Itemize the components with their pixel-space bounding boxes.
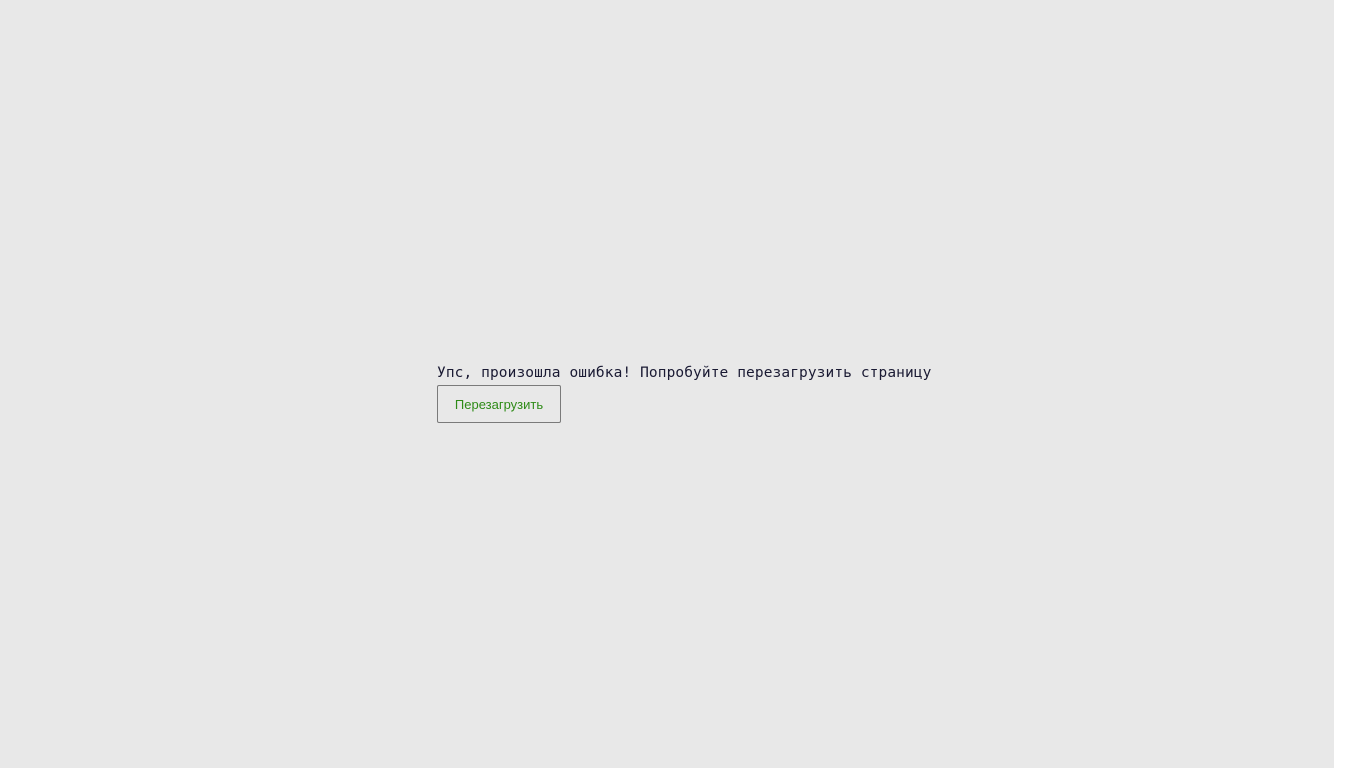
error-message: Упс, произошла ошибка! Попробуйте переза… bbox=[437, 365, 932, 381]
reload-button[interactable]: Перезагрузить bbox=[437, 385, 561, 423]
scrollbar-gutter bbox=[1334, 0, 1350, 768]
error-panel: Упс, произошла ошибка! Попробуйте переза… bbox=[437, 363, 931, 423]
page-background: Упс, произошла ошибка! Попробуйте переза… bbox=[0, 0, 1334, 768]
